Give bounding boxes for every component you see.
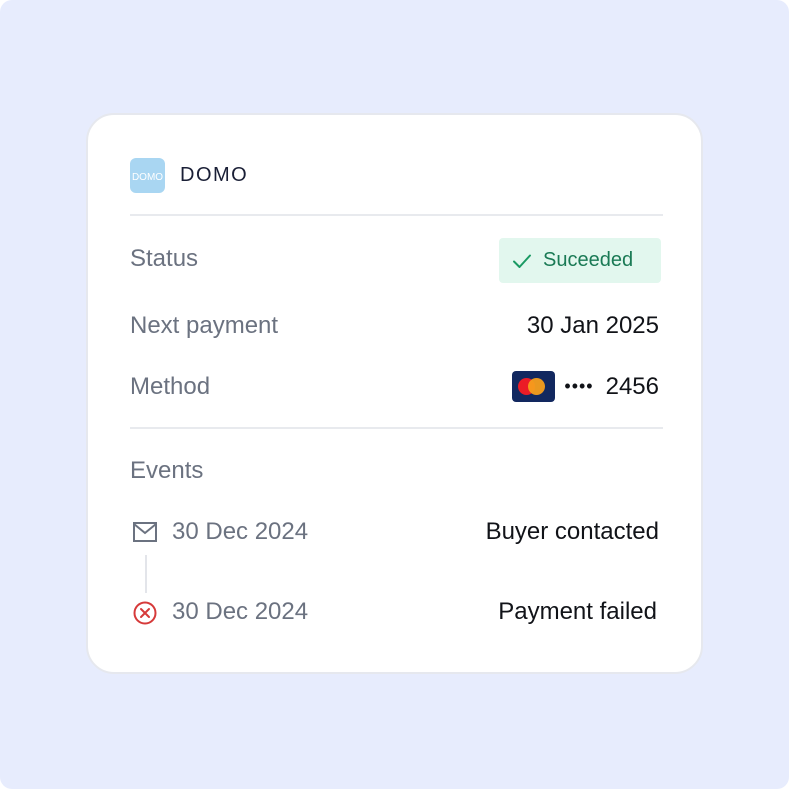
mail-icon (132, 519, 158, 545)
status-label: Status (130, 245, 199, 272)
page-background: DOMO DOMO Status Suceeded Next payment 3… (0, 0, 789, 789)
payment-card: DOMO DOMO Status Suceeded Next payment 3… (86, 113, 703, 674)
status-badge: Suceeded (499, 238, 661, 283)
next-payment-label: Next payment (130, 312, 279, 339)
payment-method: •••• 2456 (512, 371, 659, 402)
event-title: Buyer contacted (485, 518, 659, 545)
svg-text:DOMO: DOMO (132, 172, 163, 183)
merchant-header: DOMO DOMO (130, 158, 248, 193)
event-date: 30 Dec 2024 (172, 598, 309, 625)
merchant-logo: DOMO (130, 158, 165, 193)
status-value: Suceeded (543, 249, 634, 271)
card-last4: 2456 (605, 372, 659, 400)
next-payment-value: 30 Jan 2025 (526, 312, 659, 339)
check-icon (513, 254, 531, 268)
domo-logo-icon: DOMO (132, 172, 163, 183)
error-circle-icon (132, 600, 158, 626)
merchant-name: DOMO (180, 164, 249, 186)
header-divider (130, 214, 663, 216)
event-title: Payment failed (498, 598, 657, 625)
method-label: Method (130, 373, 211, 400)
timeline-connector (145, 555, 147, 593)
section-divider (130, 427, 663, 429)
event-date: 30 Dec 2024 (172, 518, 309, 545)
card-mask: •••• (564, 376, 594, 396)
mastercard-icon (512, 371, 556, 402)
events-heading: Events (130, 457, 204, 484)
